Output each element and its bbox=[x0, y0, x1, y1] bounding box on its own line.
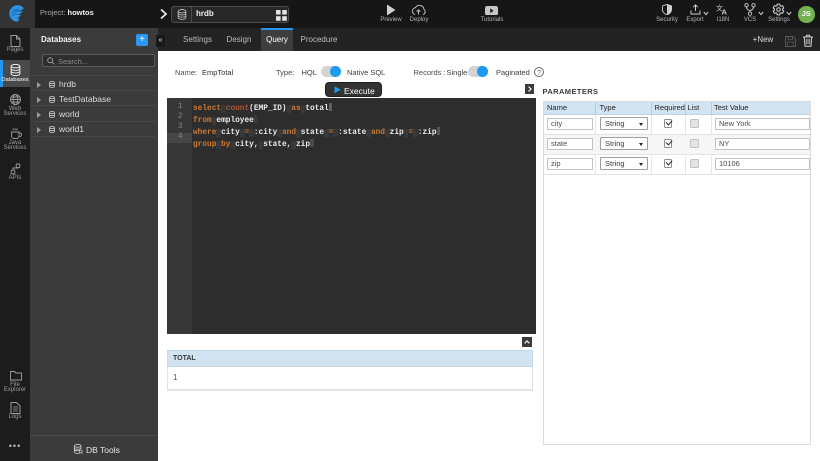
svg-text:A: A bbox=[722, 8, 728, 16]
